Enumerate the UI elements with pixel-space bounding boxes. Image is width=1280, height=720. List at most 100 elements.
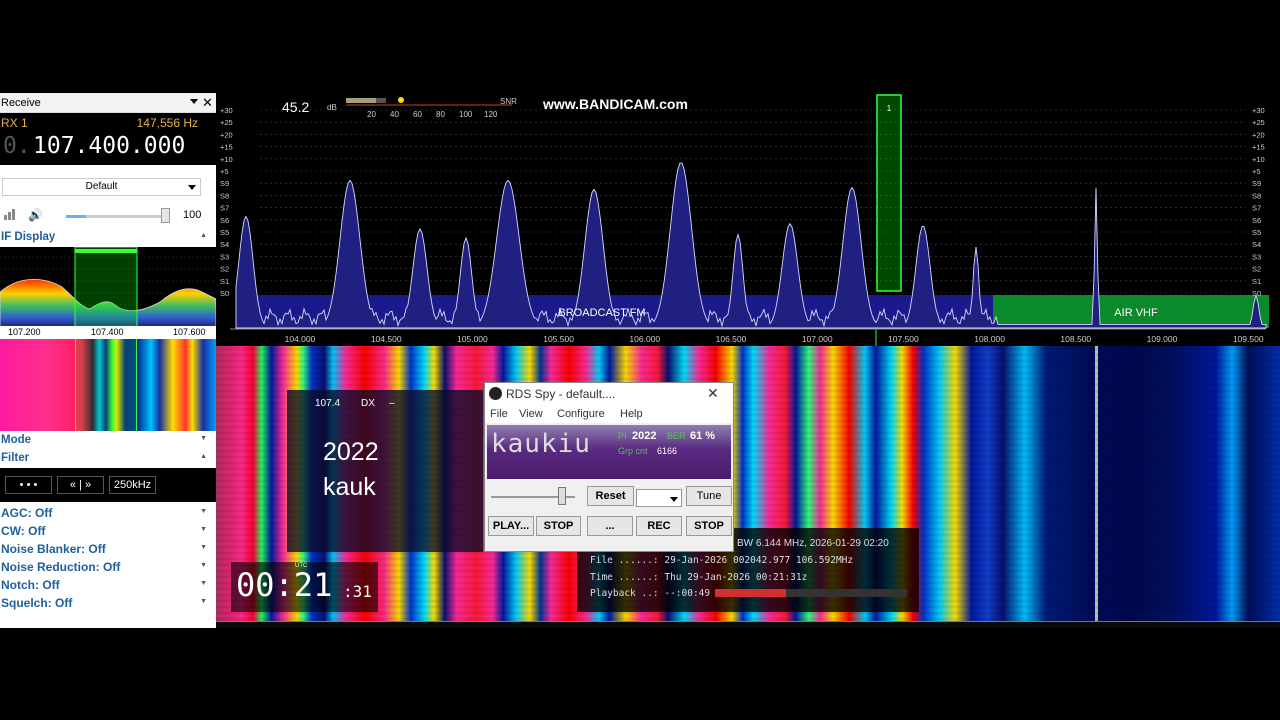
rds-display: kaukiu PI 2022 BER 61 % Grp cnt 6166 — [487, 425, 731, 479]
close-icon[interactable]: ✕ — [202, 95, 213, 111]
collapse-icon[interactable]: ▲ — [200, 232, 207, 239]
expand-icon[interactable]: ▼ — [200, 544, 207, 551]
menu-help[interactable]: Help — [620, 408, 643, 420]
mode-header[interactable]: Mode ▼ — [0, 433, 216, 449]
filter-more-button[interactable]: • • • — [5, 476, 52, 494]
chevron-down-icon — [188, 185, 196, 190]
speaker-icon[interactable]: 🔊 — [28, 208, 43, 222]
expand-icon[interactable]: ▼ — [200, 508, 207, 515]
snr-tick: 40 — [390, 110, 399, 119]
play-button[interactable]: PLAY... — [488, 516, 534, 536]
signal-bars-icon[interactable] — [4, 209, 18, 220]
menu-configure[interactable]: Configure — [557, 408, 605, 420]
record-button[interactable]: REC — [636, 516, 682, 536]
file-line: File ......: 29-Jan-2026 002042.977 106.… — [590, 555, 854, 566]
noise-reduction-option[interactable]: Noise Reduction: Off ▼ — [0, 558, 216, 576]
utc-clock: UTC 00:21 :31 — [231, 562, 378, 612]
vfo-marker-label: 1 — [887, 104, 892, 113]
if-filter-overlay[interactable] — [75, 339, 137, 431]
receive-header: Receive ✕ — [0, 93, 216, 113]
volume-slider-handle[interactable] — [161, 208, 170, 223]
db-scale-label: +20 — [220, 130, 233, 139]
rds-combo[interactable] — [636, 489, 682, 507]
more-button[interactable]: ... — [587, 516, 633, 536]
station-tag: DX — [361, 398, 375, 409]
expand-icon[interactable]: ▼ — [200, 562, 207, 569]
bandwidth-line: BW 6.144 MHz, 2026-01-29 02:20 — [737, 538, 889, 549]
playback-line: Playback ..: --:00:49 — [590, 588, 711, 599]
frequency-tick: 105.500 — [543, 334, 574, 344]
notch-option[interactable]: Notch: Off ▼ — [0, 576, 216, 594]
squelch-label: Squelch: Off — [1, 596, 73, 610]
if-frequency-axis: 107.200 107.400 107.600 — [0, 326, 216, 339]
frequency-tick: 104.000 — [285, 334, 316, 344]
db-scale-label: S9 — [1252, 179, 1261, 188]
rx-label: RX 1 — [1, 116, 28, 130]
db-scale-label: S5 — [1252, 228, 1261, 237]
rds-title: RDS Spy - default.... — [506, 387, 616, 401]
db-scale-label: +5 — [1252, 167, 1261, 176]
mode-label: Mode — [1, 434, 32, 446]
station-overlay: 107.4 DX – 2022 kauk — [287, 390, 483, 552]
rds-slider-handle[interactable] — [558, 487, 566, 505]
expand-icon[interactable]: ▼ — [200, 580, 207, 587]
volume-row: 🔊 100 — [0, 206, 216, 224]
filter-bandwidth-button[interactable]: 250kHz — [109, 476, 156, 494]
spectrum-display[interactable]: 1 BROADCAST FM AIR VHF 104.000 104.500 105… — [216, 93, 1280, 346]
if-tick: 107.200 — [8, 327, 41, 337]
volume-value: 100 — [183, 209, 202, 221]
volume-slider-fill — [66, 215, 86, 218]
noise-blanker-option[interactable]: Noise Blanker: Off ▼ — [0, 540, 216, 558]
db-scale-label: S6 — [1252, 216, 1261, 225]
spectrum-plot: 1 BROADCAST FM AIR VHF 104.000 104.500 105… — [220, 94, 1269, 346]
playback-progress-fill — [715, 589, 787, 597]
expand-icon[interactable]: ▼ — [200, 435, 207, 442]
control-panel: Receive ✕ RX 1 147,556 Hz 0. 107.400.000… — [0, 93, 216, 628]
filter-shift-button[interactable]: « | » — [57, 476, 104, 494]
filter-header[interactable]: Filter ▲ — [0, 451, 216, 467]
frequency-tick: 108.500 — [1060, 334, 1091, 344]
station-dash: – — [389, 398, 395, 409]
preset-select[interactable]: Default — [2, 178, 201, 196]
clock-seconds: :31 — [343, 582, 372, 601]
sdr-screen: Receive ✕ RX 1 147,556 Hz 0. 107.400.000… — [0, 0, 1280, 720]
offset-readout: 147,556 Hz — [136, 116, 198, 130]
collapse-icon[interactable]: ▲ — [200, 453, 207, 460]
bandicam-watermark: www.BANDICAM.com — [543, 96, 688, 112]
frequency-tick: 104.500 — [371, 334, 402, 344]
frequency-tick: 105.000 — [457, 334, 488, 344]
menu-file[interactable]: File — [490, 408, 508, 420]
station-freq: 107.4 — [315, 398, 341, 409]
vfo-marker[interactable] — [876, 94, 902, 292]
band-air-label: AIR VHF — [1114, 307, 1158, 319]
db-scale-label: S1 — [220, 277, 229, 286]
stop-playback-button[interactable]: STOP — [536, 516, 581, 536]
receive-dropdown-icon[interactable] — [190, 99, 198, 104]
db-scale-label: +25 — [220, 118, 233, 127]
rds-pi-label: PI — [618, 431, 627, 441]
frequency-value[interactable]: 107.400.000 — [33, 133, 185, 159]
tune-button[interactable]: Tune — [686, 486, 732, 506]
db-scale-label: S4 — [1252, 240, 1261, 249]
expand-icon[interactable]: ▼ — [200, 526, 207, 533]
filter-label: Filter — [1, 452, 30, 464]
rds-titlebar[interactable]: RDS Spy - default.... ✕ — [485, 383, 733, 405]
stop-record-button[interactable]: STOP — [686, 516, 732, 536]
band-broadcast-label: BROADCAST FM — [558, 307, 645, 319]
db-scale-label: S5 — [220, 228, 229, 237]
reset-button[interactable]: Reset — [587, 486, 634, 506]
frequency-display[interactable]: RX 1 147,556 Hz 0. 107.400.000 — [0, 113, 216, 165]
menu-view[interactable]: View — [519, 408, 543, 420]
if-display-header[interactable]: IF Display ▲ — [0, 230, 216, 246]
cw-option[interactable]: CW: Off ▼ — [0, 522, 216, 540]
snr-label: SNR — [500, 97, 517, 106]
db-scale-label: S0 — [220, 289, 229, 298]
if-waterfall[interactable] — [0, 339, 216, 431]
agc-option[interactable]: AGC: Off ▼ — [0, 504, 216, 522]
frequency-tick: 106.000 — [629, 334, 660, 344]
db-scale-label: S3 — [1252, 252, 1261, 261]
close-icon[interactable]: ✕ — [707, 385, 719, 402]
waterfall-scrollbar[interactable] — [216, 621, 1280, 628]
squelch-option[interactable]: Squelch: Off ▼ — [0, 594, 216, 612]
expand-icon[interactable]: ▼ — [200, 598, 207, 605]
